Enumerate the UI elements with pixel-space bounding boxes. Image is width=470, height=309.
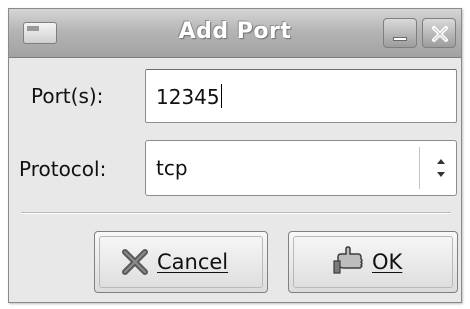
cancel-button[interactable]: Cancel	[94, 231, 268, 293]
title-bar[interactable]: Add Port	[9, 9, 461, 58]
combo-separator	[419, 147, 420, 189]
protocol-select-value: tcp	[156, 156, 188, 180]
cancel-button-label: Cancel	[157, 250, 229, 274]
ok-button[interactable]: OK	[288, 231, 458, 293]
minimize-button[interactable]	[383, 18, 417, 48]
cancel-x-icon	[122, 249, 148, 275]
protocol-select[interactable]: tcp	[145, 140, 457, 196]
close-icon	[432, 26, 448, 42]
port-input-value: 12345	[156, 85, 220, 109]
ok-hand-icon	[333, 246, 363, 274]
ok-button-label: OK	[372, 250, 403, 274]
text-caret	[220, 84, 222, 108]
add-port-dialog: Add Port Port(s): 12345 Protocol: tcp Ca…	[8, 8, 462, 303]
port-input[interactable]: 12345	[145, 69, 457, 123]
close-button[interactable]	[422, 18, 456, 48]
up-down-arrows-icon	[437, 159, 445, 177]
horizontal-separator	[21, 212, 451, 214]
port-label: Port(s):	[31, 84, 104, 108]
protocol-label: Protocol:	[19, 157, 107, 181]
